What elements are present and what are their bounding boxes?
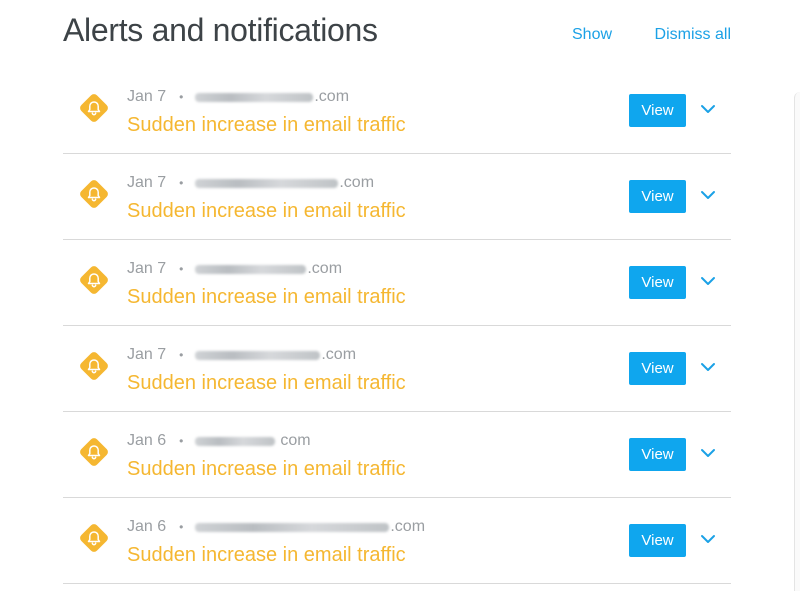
bell-icon: [80, 94, 108, 122]
bell-icon: [80, 524, 108, 552]
alert-meta: Jan 7 • .com: [127, 88, 349, 106]
alert-date: Jan 7: [127, 260, 167, 277]
alert-title[interactable]: Sudden increase in email traffic: [127, 372, 406, 395]
alert-row: Jan 7 • .com Sudden increase in email tr…: [63, 154, 731, 240]
view-button[interactable]: View: [629, 94, 686, 127]
bell-icon: [80, 266, 108, 294]
redacted-domain: [195, 522, 390, 532]
alert-meta: Jan 7 • .com: [127, 346, 356, 364]
alert-row: Jan 7 • .com Sudden increase in email tr…: [63, 240, 731, 326]
redacted-domain: [195, 92, 314, 102]
chevron-down-icon[interactable]: [699, 360, 717, 374]
alert-domain-suffix: com: [280, 432, 311, 449]
bell-icon: [80, 438, 108, 466]
page-title: Alerts and notifications: [63, 12, 378, 48]
chevron-down-icon[interactable]: [699, 274, 717, 288]
alert-date: Jan 6: [127, 432, 167, 449]
alert-meta: Jan 6 • com: [127, 432, 311, 450]
alert-row: Jan 6 • .com Sudden increase in email tr…: [63, 498, 731, 584]
dismiss-all-link[interactable]: Dismiss all: [655, 26, 731, 44]
chevron-down-icon[interactable]: [699, 446, 717, 460]
chevron-down-icon[interactable]: [699, 532, 717, 546]
alert-date: Jan 7: [127, 174, 167, 191]
redacted-domain: [195, 264, 307, 274]
side-panel-edge: [794, 92, 800, 591]
meta-separator: •: [179, 434, 184, 448]
alert-date: Jan 7: [127, 346, 167, 363]
alert-row: Jan 7 • .com Sudden increase in email tr…: [63, 68, 731, 154]
alerts-list: Jan 7 • .com Sudden increase in email tr…: [63, 68, 731, 584]
view-button[interactable]: View: [629, 438, 686, 471]
meta-separator: •: [179, 348, 184, 362]
alert-domain-suffix: .com: [339, 174, 375, 191]
chevron-down-icon[interactable]: [699, 102, 717, 116]
alert-title[interactable]: Sudden increase in email traffic: [127, 544, 406, 567]
view-button[interactable]: View: [629, 180, 686, 213]
alert-meta: Jan 7 • .com: [127, 174, 374, 192]
redacted-domain: [195, 350, 321, 360]
alert-row: Jan 6 • com Sudden increase in email tra…: [63, 412, 731, 498]
alert-domain-suffix: .com: [321, 346, 357, 363]
alerts-header: Alerts and notifications Show Dismiss al…: [63, 10, 731, 54]
alert-title[interactable]: Sudden increase in email traffic: [127, 458, 406, 481]
meta-separator: •: [179, 90, 184, 104]
meta-separator: •: [179, 262, 184, 276]
bell-icon: [80, 352, 108, 380]
redacted-domain: [195, 178, 339, 188]
alert-date: Jan 6: [127, 518, 167, 535]
alert-domain-suffix: .com: [314, 88, 350, 105]
view-button[interactable]: View: [629, 266, 686, 299]
redacted-domain: [195, 436, 276, 446]
view-button[interactable]: View: [629, 352, 686, 385]
alert-domain-suffix: .com: [390, 518, 426, 535]
alerts-page: Alerts and notifications Show Dismiss al…: [0, 0, 800, 591]
meta-separator: •: [179, 520, 184, 534]
bell-icon: [80, 180, 108, 208]
chevron-down-icon[interactable]: [699, 188, 717, 202]
alert-title[interactable]: Sudden increase in email traffic: [127, 286, 406, 309]
view-button[interactable]: View: [629, 524, 686, 557]
alert-meta: Jan 7 • .com: [127, 260, 342, 278]
meta-separator: •: [179, 176, 184, 190]
alert-domain-suffix: .com: [307, 260, 343, 277]
alert-row: Jan 7 • .com Sudden increase in email tr…: [63, 326, 731, 412]
alert-date: Jan 7: [127, 88, 167, 105]
alert-title[interactable]: Sudden increase in email traffic: [127, 114, 406, 137]
show-link[interactable]: Show: [572, 26, 612, 44]
alert-title[interactable]: Sudden increase in email traffic: [127, 200, 406, 223]
alert-meta: Jan 6 • .com: [127, 518, 425, 536]
